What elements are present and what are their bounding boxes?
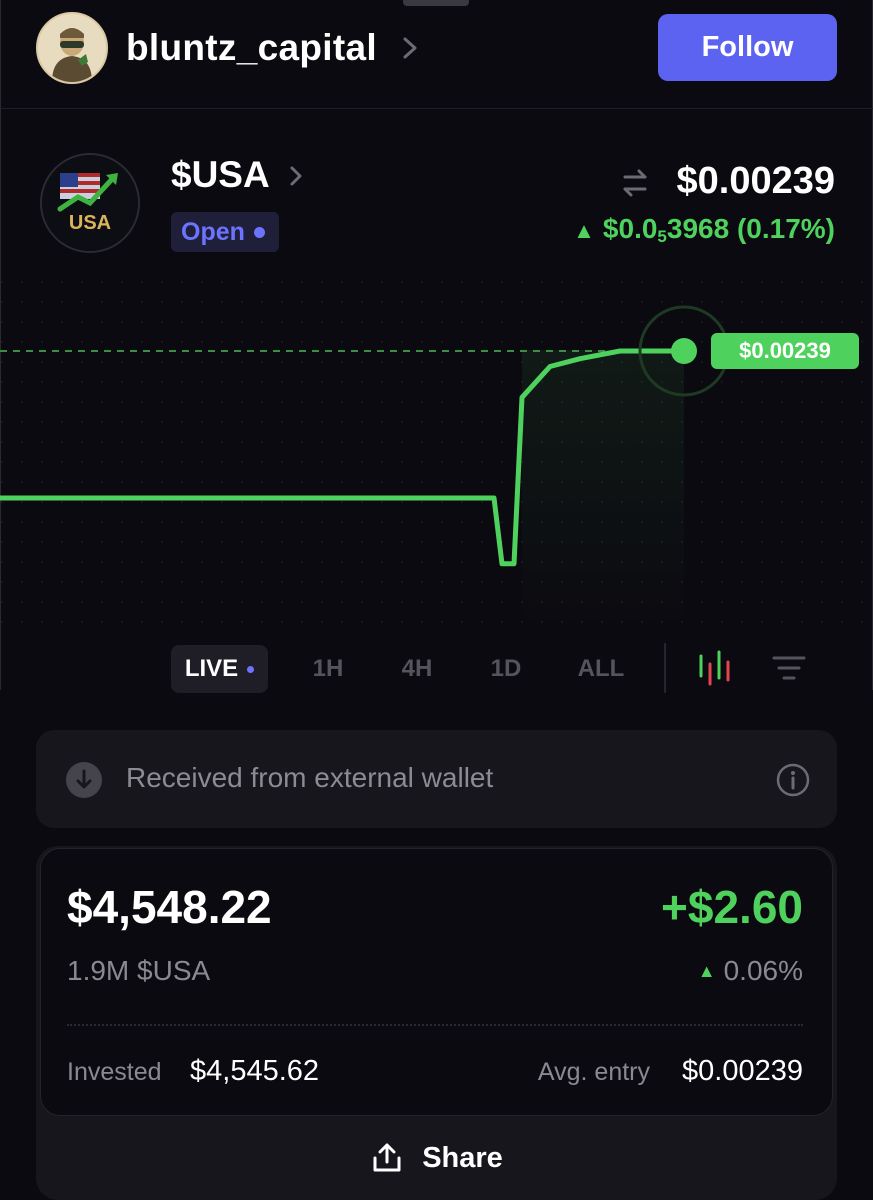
token-price: $0.00239 <box>676 160 836 202</box>
up-triangle-icon: ▲ <box>697 961 716 981</box>
position-amount: 1.9M $USA <box>67 955 211 986</box>
chevron-right-icon[interactable] <box>398 33 422 63</box>
download-circle-icon <box>66 762 102 798</box>
price-change-subscript: 5 <box>657 227 667 246</box>
token-symbol[interactable]: $USA <box>171 154 270 196</box>
avatar[interactable] <box>36 12 108 84</box>
timeframe-live[interactable]: LIVE <box>171 645 268 693</box>
invested-value: $4,545.62 <box>190 1055 320 1087</box>
avg-entry-value: $0.00239 <box>682 1055 803 1087</box>
pnl-percent-value: 0.06% <box>723 955 803 986</box>
svg-text:USA: USA <box>69 212 111 234</box>
wallet-notice: Received from external wallet <box>36 730 837 828</box>
price-change: ▲ $0.053968 (0.17%) <box>573 213 835 247</box>
timeframe-all[interactable]: ALL <box>567 645 635 693</box>
username[interactable]: bluntz_capital <box>126 27 377 69</box>
timeframe-4h[interactable]: 4H <box>389 645 445 693</box>
swap-icon[interactable] <box>617 165 653 201</box>
status-label: Open <box>181 217 245 246</box>
chart-highlight-column <box>522 350 684 630</box>
follow-button[interactable]: Follow <box>658 14 837 81</box>
timeframe-1h[interactable]: 1H <box>300 645 356 693</box>
candlestick-icon[interactable] <box>696 650 736 686</box>
status-dot <box>253 226 265 238</box>
current-price-tag: $0.00239 <box>711 333 859 369</box>
usa-flag-chart-icon: USA <box>42 155 138 251</box>
timeframe-live-label: LIVE <box>184 655 239 682</box>
current-price-point <box>671 338 697 364</box>
price-change-prefix: $0.0 <box>602 213 658 244</box>
avatar-icon <box>39 15 105 82</box>
divider <box>664 643 666 693</box>
share-label: Share <box>422 1141 503 1174</box>
notice-text: Received from external wallet <box>126 762 494 793</box>
invested-label: Invested <box>67 1058 162 1086</box>
token-logo: USA <box>40 153 140 253</box>
divider <box>67 1024 803 1026</box>
share-icon <box>373 1143 401 1172</box>
share-button[interactable]: Share <box>36 1118 837 1198</box>
status-badge: Open <box>171 212 279 252</box>
chevron-right-icon[interactable] <box>286 163 306 189</box>
info-icon[interactable] <box>775 762 811 798</box>
up-triangle-icon: ▲ <box>573 218 595 243</box>
timeframe-1d[interactable]: 1D <box>478 645 534 693</box>
timeframe-selector: LIVE 1H 4H 1D ALL <box>0 645 873 695</box>
live-dot <box>247 665 255 673</box>
position-pnl: +$2.60 <box>661 881 803 933</box>
profile-header: bluntz_capital Follow <box>0 0 873 109</box>
avg-entry-label: Avg. entry <box>537 1058 650 1086</box>
filter-icon[interactable] <box>771 652 807 684</box>
position-pnl-percent: ▲ 0.06% <box>698 955 803 987</box>
position-value: $4,548.22 <box>67 881 272 933</box>
price-change-suffix: 3968 (0.17%) <box>666 213 835 244</box>
